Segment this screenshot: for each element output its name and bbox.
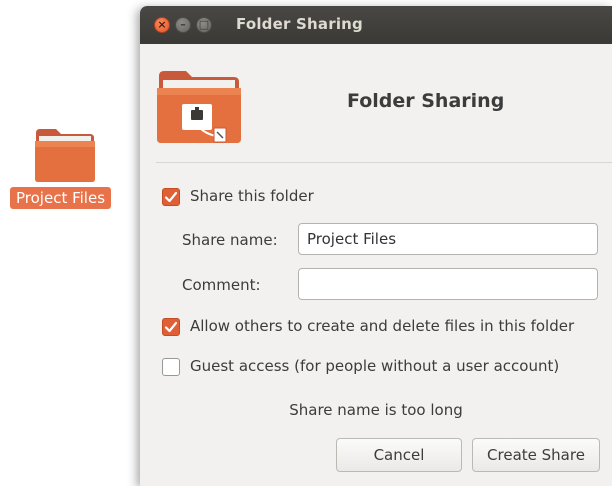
guest-access-label: Guest access (for people without a user … <box>190 357 560 375</box>
comment-label: Comment: <box>182 276 261 294</box>
desktop-folder-label: Project Files <box>10 187 112 209</box>
share-name-label: Share name: <box>182 231 278 249</box>
allow-others-checkbox[interactable] <box>162 318 180 336</box>
folder-icon <box>35 129 95 182</box>
status-message: Share name is too long <box>289 401 463 419</box>
maximize-icon: □ <box>198 18 210 31</box>
cancel-button[interactable]: Cancel <box>336 438 462 472</box>
minimize-icon: – <box>180 18 186 31</box>
minimize-button[interactable]: – <box>175 17 191 33</box>
share-folder-checkbox[interactable] <box>162 188 180 206</box>
dialog-heading: Folder Sharing <box>347 90 505 112</box>
shared-folder-icon <box>157 71 241 143</box>
allow-others-label: Allow others to create and delete files … <box>190 317 575 335</box>
share-name-input[interactable] <box>298 223 598 255</box>
checkmark-icon <box>164 191 178 203</box>
folder-sharing-dialog: × – □ Folder Sharing Folder Sharing Shar… <box>140 6 612 486</box>
desktop: Project Files × – □ Folder Sharing Folde… <box>0 0 612 486</box>
create-share-button[interactable]: Create Share <box>472 438 600 472</box>
title-bar: × – □ Folder Sharing <box>140 6 612 44</box>
comment-input[interactable] <box>298 268 598 300</box>
close-icon: × <box>157 18 167 31</box>
maximize-button[interactable]: □ <box>196 17 212 33</box>
checkmark-icon <box>164 321 178 333</box>
guest-access-checkbox[interactable] <box>162 358 180 376</box>
header-separator <box>156 162 612 163</box>
window-title: Folder Sharing <box>236 15 363 33</box>
share-folder-label: Share this folder <box>190 187 314 205</box>
close-button[interactable]: × <box>154 17 170 33</box>
